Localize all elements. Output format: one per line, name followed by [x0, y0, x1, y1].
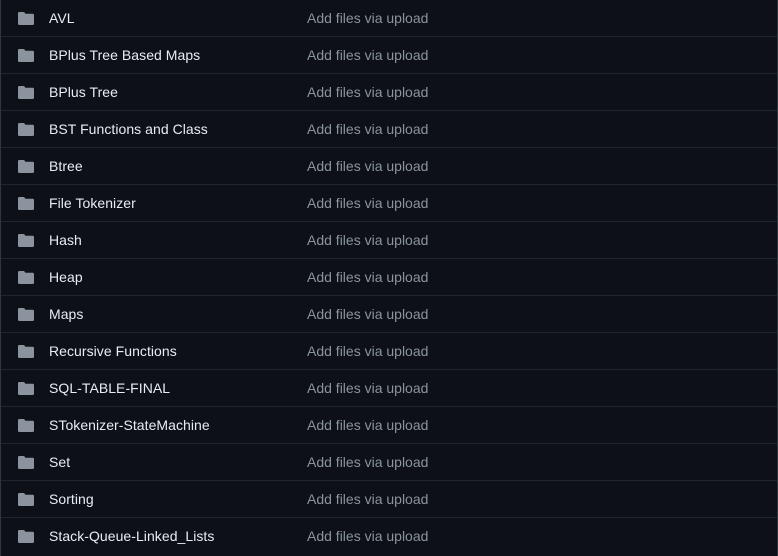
folder-name-link[interactable]: Heap — [49, 269, 83, 285]
commit-message-link[interactable]: Add files via upload — [307, 343, 428, 359]
folder-name-link[interactable]: BPlus Tree — [49, 84, 118, 100]
commit-message-link[interactable]: Add files via upload — [307, 491, 428, 507]
folder-name-link[interactable]: BPlus Tree Based Maps — [49, 47, 200, 63]
file-row-maps[interactable]: Maps Add files via upload — [1, 296, 777, 333]
folder-name-link[interactable]: BST Functions and Class — [49, 121, 208, 137]
folder-icon — [17, 11, 35, 26]
file-row-heap[interactable]: Heap Add files via upload — [1, 259, 777, 296]
folder-name-link[interactable]: Sorting — [49, 491, 94, 507]
folder-icon — [17, 381, 35, 396]
folder-icon — [17, 455, 35, 470]
commit-message-link[interactable]: Add files via upload — [307, 380, 428, 396]
commit-message-link[interactable]: Add files via upload — [307, 454, 428, 470]
file-row-recursive-functions[interactable]: Recursive Functions Add files via upload — [1, 333, 777, 370]
commit-message-link[interactable]: Add files via upload — [307, 269, 428, 285]
commit-message-link[interactable]: Add files via upload — [307, 10, 428, 26]
folder-icon — [17, 307, 35, 322]
folder-icon — [17, 233, 35, 248]
folder-icon — [17, 418, 35, 433]
file-list: AVL Add files via upload BPlus Tree Base… — [0, 0, 778, 556]
commit-message-link[interactable]: Add files via upload — [307, 232, 428, 248]
commit-message-link[interactable]: Add files via upload — [307, 306, 428, 322]
file-row-avl[interactable]: AVL Add files via upload — [1, 0, 777, 37]
folder-icon — [17, 492, 35, 507]
folder-icon — [17, 48, 35, 63]
folder-name-link[interactable]: STokenizer-StateMachine — [49, 417, 210, 433]
folder-name-link[interactable]: AVL — [49, 10, 75, 26]
folder-icon — [17, 159, 35, 174]
file-row-bplus-tree[interactable]: BPlus Tree Add files via upload — [1, 74, 777, 111]
folder-name-link[interactable]: Hash — [49, 232, 82, 248]
folder-name-link[interactable]: Stack-Queue-Linked_Lists — [49, 528, 214, 544]
commit-message-link[interactable]: Add files via upload — [307, 417, 428, 433]
file-row-set[interactable]: Set Add files via upload — [1, 444, 777, 481]
file-row-sorting[interactable]: Sorting Add files via upload — [1, 481, 777, 518]
commit-message-link[interactable]: Add files via upload — [307, 121, 428, 137]
folder-icon — [17, 122, 35, 137]
folder-name-link[interactable]: Maps — [49, 306, 83, 322]
folder-icon — [17, 529, 35, 544]
file-row-btree[interactable]: Btree Add files via upload — [1, 148, 777, 185]
file-row-bplus-tree-based-maps[interactable]: BPlus Tree Based Maps Add files via uplo… — [1, 37, 777, 74]
file-row-stack-queue-linked-lists[interactable]: Stack-Queue-Linked_Lists Add files via u… — [1, 518, 777, 554]
folder-icon — [17, 85, 35, 100]
folder-name-link[interactable]: Btree — [49, 158, 83, 174]
file-row-hash[interactable]: Hash Add files via upload — [1, 222, 777, 259]
folder-icon — [17, 196, 35, 211]
file-row-sql-table-final[interactable]: SQL-TABLE-FINAL Add files via upload — [1, 370, 777, 407]
commit-message-link[interactable]: Add files via upload — [307, 84, 428, 100]
commit-message-link[interactable]: Add files via upload — [307, 158, 428, 174]
file-row-bst-functions-and-class[interactable]: BST Functions and Class Add files via up… — [1, 111, 777, 148]
folder-name-link[interactable]: SQL-TABLE-FINAL — [49, 380, 170, 396]
commit-message-link[interactable]: Add files via upload — [307, 47, 428, 63]
folder-name-link[interactable]: Set — [49, 454, 70, 470]
folder-name-link[interactable]: File Tokenizer — [49, 195, 136, 211]
file-row-file-tokenizer[interactable]: File Tokenizer Add files via upload — [1, 185, 777, 222]
folder-name-link[interactable]: Recursive Functions — [49, 343, 177, 359]
commit-message-link[interactable]: Add files via upload — [307, 528, 428, 544]
folder-icon — [17, 344, 35, 359]
file-row-stokenizer-statemachine[interactable]: STokenizer-StateMachine Add files via up… — [1, 407, 777, 444]
commit-message-link[interactable]: Add files via upload — [307, 195, 428, 211]
folder-icon — [17, 270, 35, 285]
